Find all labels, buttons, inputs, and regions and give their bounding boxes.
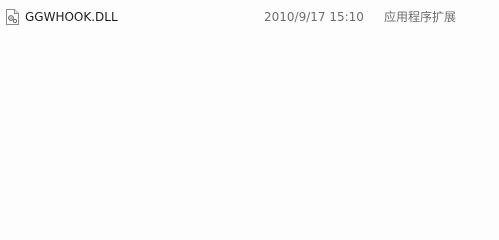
file-date-modified: 2010/9/17 15:10 (264, 10, 364, 24)
file-name: GGWHOOK.DLL (25, 10, 118, 24)
file-row[interactable]: GGWHOOK.DLL 2010/9/17 15:10 应用程序扩展 (0, 7, 499, 27)
file-type: 应用程序扩展 (384, 10, 457, 24)
file-list: GGWHOOK.DLL 2010/9/17 15:10 应用程序扩展 (0, 0, 499, 228)
dll-file-icon (6, 9, 19, 25)
